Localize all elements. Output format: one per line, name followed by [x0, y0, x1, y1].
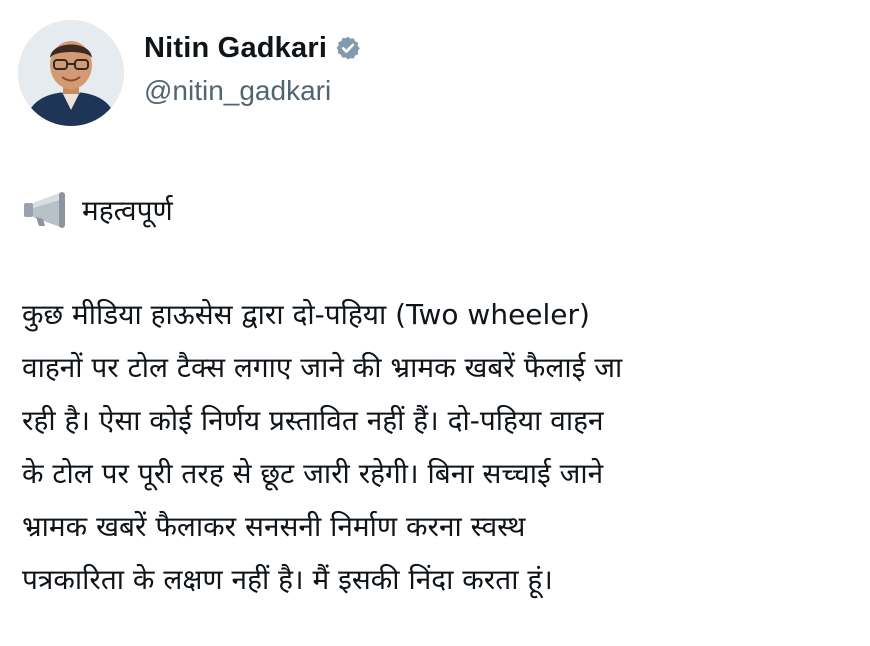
name-row: Nitin Gadkari: [144, 32, 361, 65]
tweet-line: रही है। ऐसा कोई निर्णय प्रस्तावित नहीं ह…: [22, 404, 604, 437]
tweet-line: कुछ मीडिया हाऊसेस द्वारा दो-पहिया (Two w…: [22, 298, 590, 331]
tweet-line: वाहनों पर टोल टैक्स लगाए जाने की भ्रामक …: [22, 351, 623, 384]
tweet-header: Nitin Gadkari @nitin_gadkari: [18, 20, 361, 126]
tweet-heading: महत्वपूर्ण: [22, 190, 852, 230]
tweet-body: महत्वपूर्ण कुछ मीडिया हाऊसेस द्वारा दो-प…: [22, 190, 852, 606]
tweet-paragraph: कुछ मीडिया हाऊसेस द्वारा दो-पहिया (Two w…: [22, 288, 852, 606]
tweet-card: Nitin Gadkari @nitin_gadkari महत्वपूर्ण …: [0, 0, 870, 646]
heading-text: महत्वपूर्ण: [82, 194, 173, 227]
author-names: Nitin Gadkari @nitin_gadkari: [144, 32, 361, 107]
verified-badge-icon: [335, 35, 361, 61]
tweet-line: भ्रामक खबरें फैलाकर सनसनी निर्माण करना स…: [22, 510, 526, 543]
display-name[interactable]: Nitin Gadkari: [144, 32, 327, 65]
tweet-line: के टोल पर पूरी तरह से छूट जारी रहेगी। बि…: [22, 457, 604, 490]
handle[interactable]: @nitin_gadkari: [144, 75, 361, 107]
tweet-line: पत्रकारिता के लक्षण नहीं है। मैं इसकी नि…: [22, 563, 553, 596]
megaphone-icon: [22, 190, 72, 230]
avatar[interactable]: [18, 20, 124, 126]
